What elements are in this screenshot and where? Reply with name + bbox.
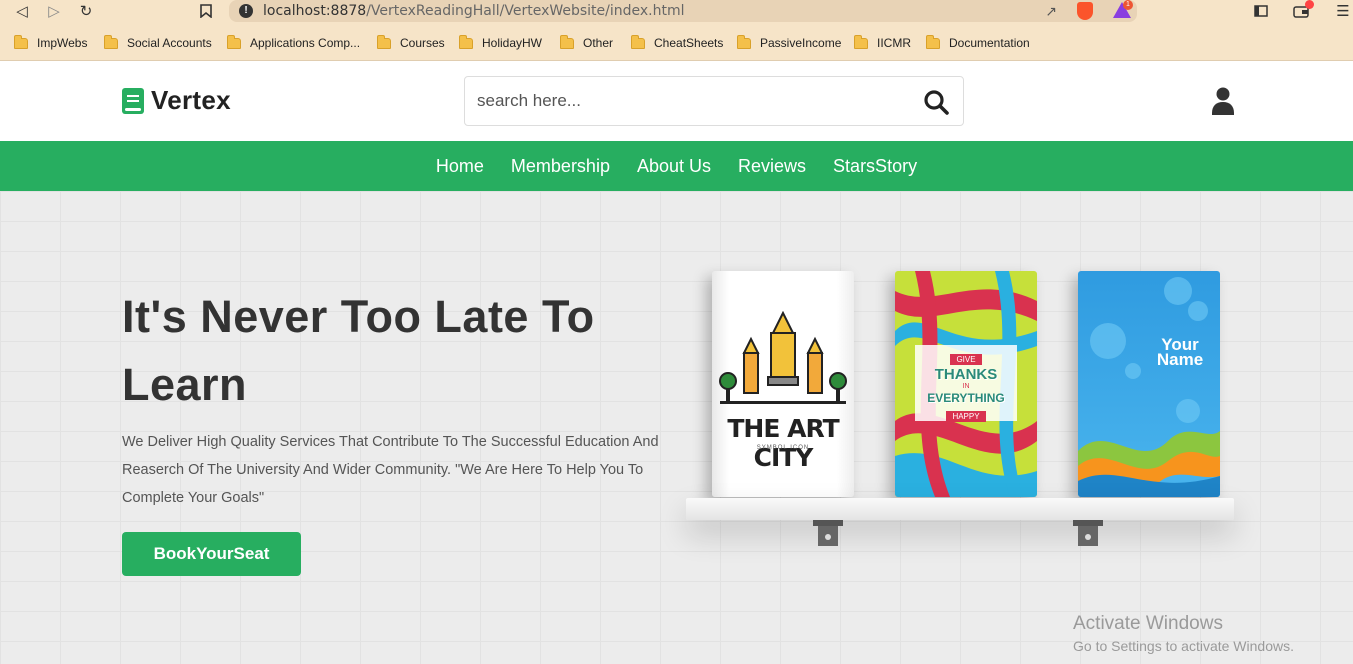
bookmark-folder[interactable]: Social Accounts [104, 34, 212, 51]
back-icon[interactable]: ◁ [12, 2, 32, 20]
rewards-badge: 1 [1123, 0, 1133, 10]
nav-starsstory[interactable]: StarsStory [820, 156, 931, 177]
browser-toolbar: ◁ ▷ ↻ ! localhost:8878/VertexReadingHall… [0, 0, 1353, 23]
bookshelf [686, 498, 1234, 520]
url-text[interactable]: localhost:8878/VertexReadingHall/VertexW… [263, 3, 685, 19]
bookmark-folder[interactable]: IICMR [854, 34, 911, 51]
share-icon[interactable]: ↗ [1045, 3, 1057, 20]
bookmark-folder[interactable]: Applications Comp... [227, 34, 360, 51]
nav-about-us[interactable]: About Us [623, 156, 724, 177]
activate-windows-title: Activate Windows [1073, 613, 1223, 634]
folder-icon [104, 34, 118, 49]
book-subtitle: SYMBOL ICON [756, 445, 810, 451]
book-happy-label: HAPPY [946, 411, 986, 422]
folder-icon [227, 34, 241, 49]
book-your-name[interactable]: Your Name [1078, 271, 1220, 497]
menu-icon[interactable]: ☰ [1333, 2, 1353, 20]
bubbles-pattern-icon [1078, 277, 1220, 497]
book-in-label: IN [962, 383, 970, 390]
main-nav: Home Membership About Us Reviews StarsSt… [0, 141, 1353, 191]
book-everything-label: EVERYTHING [927, 391, 1005, 405]
book-thanks-label: THANKS [934, 366, 998, 383]
shelf-bracket [813, 520, 843, 546]
bookmark-folder[interactable]: Other [560, 34, 613, 51]
folder-icon [854, 34, 868, 49]
folder-icon [737, 34, 751, 49]
bookmark-folder[interactable]: HolidayHW [459, 34, 542, 51]
book-icon [122, 87, 144, 114]
hero-section: It's Never Too Late To Learn We Deliver … [0, 191, 1353, 664]
folder-icon [459, 34, 473, 49]
reload-icon[interactable]: ↻ [76, 2, 96, 20]
notification-dot [1305, 0, 1314, 9]
book-thanks[interactable]: GIVE THANKS IN EVERYTHING HAPPY [895, 271, 1037, 497]
bookmark-folder[interactable]: Courses [377, 34, 445, 51]
site-info-icon[interactable]: ! [239, 4, 253, 18]
book-give-label: GIVE [950, 354, 982, 365]
folder-icon [377, 34, 391, 49]
nav-home[interactable]: Home [422, 156, 497, 177]
site-header: Vertex [0, 61, 1353, 141]
bookmark-folder[interactable]: CheatSheets [631, 34, 723, 51]
logo-text: Vertex [151, 85, 231, 115]
forward-icon[interactable]: ▷ [44, 2, 64, 20]
pens-illustration-icon [719, 311, 847, 404]
book-your-name-label: Your Name [1156, 335, 1204, 369]
folder-icon [14, 34, 28, 49]
search-form [464, 76, 964, 126]
bookmarks-bar: ImpWebs Social Accounts Applications Com… [0, 23, 1353, 61]
shelf-bracket [1073, 520, 1103, 546]
user-icon[interactable] [1212, 87, 1234, 115]
bookmark-icon[interactable] [196, 2, 216, 20]
search-input[interactable] [477, 77, 907, 125]
hero-title: It's Never Too Late To Learn [122, 291, 595, 410]
address-bar[interactable]: ! localhost:8878/VertexReadingHall/Verte… [229, 0, 1137, 22]
brave-shields-icon[interactable] [1077, 2, 1093, 20]
book-art-city[interactable]: THE ART CITY SYMBOL ICON [712, 271, 854, 497]
nav-reviews[interactable]: Reviews [725, 156, 820, 177]
nav-membership[interactable]: Membership [497, 156, 623, 177]
folder-icon [631, 34, 645, 49]
sidebar-toggle-icon[interactable] [1251, 2, 1271, 20]
search-icon[interactable] [923, 89, 949, 115]
book-your-seat-button[interactable]: BookYourSeat [122, 532, 301, 576]
logo[interactable]: Vertex [122, 85, 231, 116]
hero-description: We Deliver High Quality Services That Co… [122, 434, 659, 506]
book-title: THE ART CITY [727, 414, 839, 472]
bookmark-folder[interactable]: Documentation [926, 34, 1030, 51]
folder-icon [560, 34, 574, 49]
folder-icon [926, 34, 940, 49]
activate-windows-subtitle: Go to Settings to activate Windows. [1073, 638, 1294, 654]
bookmark-folder[interactable]: PassiveIncome [737, 34, 841, 51]
bookmark-folder[interactable]: ImpWebs [14, 34, 87, 51]
